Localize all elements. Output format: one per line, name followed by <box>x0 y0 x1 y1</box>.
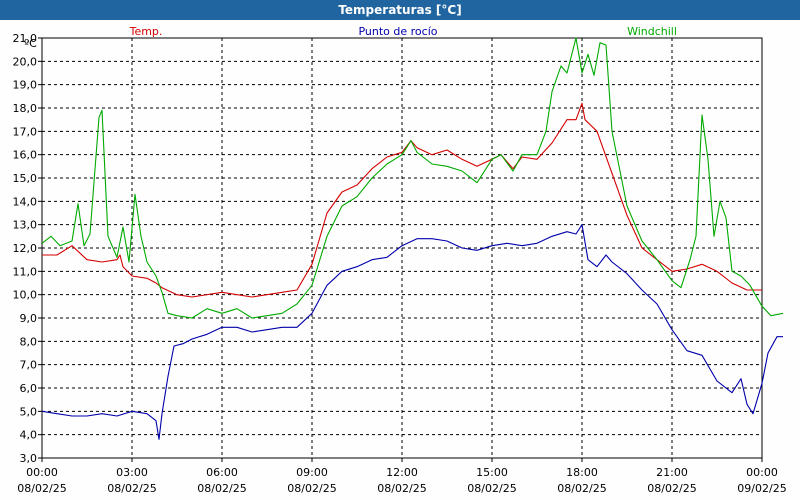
x-axis-ticks: 00:00 08/02/25 03:00 08/02/25 06:00 08/02/25 0… <box>17 458 787 495</box>
x-tick-time: 18:00 <box>566 466 598 479</box>
legend-label-1: Punto de rocío <box>358 25 437 38</box>
x-tick-date: 08/02/25 <box>557 482 606 495</box>
x-tick-time: 21:00 <box>656 466 688 479</box>
y-tick-label: 12,0 <box>13 242 38 255</box>
y-tick-label: 19,0 <box>13 79 38 92</box>
y-axis-ticks: 3,0 4,0 5,0 6,0 7,0 8,0 9,0 10,0 11,0 12,0 13,0 14,… <box>13 32 42 465</box>
x-tick-date: 08/02/25 <box>107 482 156 495</box>
y-tick-label: 8,0 <box>20 335 38 348</box>
x-tick-time: 00:00 <box>26 466 58 479</box>
y-tick-label: 6,0 <box>20 382 38 395</box>
y-tick-label: 9,0 <box>20 312 38 325</box>
y-tick-label: 5,0 <box>20 405 38 418</box>
x-tick-date: 08/02/25 <box>467 482 516 495</box>
x-tick-time: 09:00 <box>296 466 328 479</box>
y-tick-label: 18,0 <box>13 102 38 115</box>
x-tick-time: 03:00 <box>116 466 148 479</box>
y-unit-label: ºC <box>24 37 37 50</box>
x-tick-date: 09/02/25 <box>737 482 786 495</box>
x-tick-date: 08/02/25 <box>17 482 66 495</box>
y-tick-label: 15,0 <box>13 172 38 185</box>
x-tick-date: 08/02/25 <box>647 482 696 495</box>
x-tick-time: 15:00 <box>476 466 508 479</box>
legend-label-2: Windchill <box>627 25 677 38</box>
y-tick-label: 3,0 <box>20 452 38 465</box>
y-tick-label: 13,0 <box>13 219 38 232</box>
plot-area: 3,0 4,0 5,0 6,0 7,0 8,0 9,0 10,0 11,0 12,0 13,0 14,… <box>0 20 800 500</box>
x-tick-date: 08/02/25 <box>287 482 336 495</box>
y-tick-label: 4,0 <box>20 429 38 442</box>
x-tick-time: 06:00 <box>206 466 238 479</box>
grid-lines <box>41 37 763 459</box>
y-tick-label: 20,0 <box>13 55 38 68</box>
legend: Temp. Punto de rocío Windchill <box>129 25 677 38</box>
x-tick-date: 08/02/25 <box>197 482 246 495</box>
y-tick-label: 11,0 <box>13 265 38 278</box>
x-tick-time: 12:00 <box>386 466 418 479</box>
x-tick-date: 08/02/25 <box>377 482 426 495</box>
y-tick-label: 16,0 <box>13 149 38 162</box>
x-tick-time: 00:00 <box>746 466 778 479</box>
temperature-chart: 3,0 4,0 5,0 6,0 7,0 8,0 9,0 10,0 11,0 12,0 13,0 14,… <box>13 25 787 495</box>
y-tick-label: 14,0 <box>13 195 38 208</box>
legend-label-0: Temp. <box>129 25 163 38</box>
y-tick-label: 17,0 <box>13 125 38 138</box>
y-tick-label: 10,0 <box>13 289 38 302</box>
y-tick-label: 7,0 <box>20 359 38 372</box>
chart-title: Temperaturas [°C] <box>0 0 800 20</box>
